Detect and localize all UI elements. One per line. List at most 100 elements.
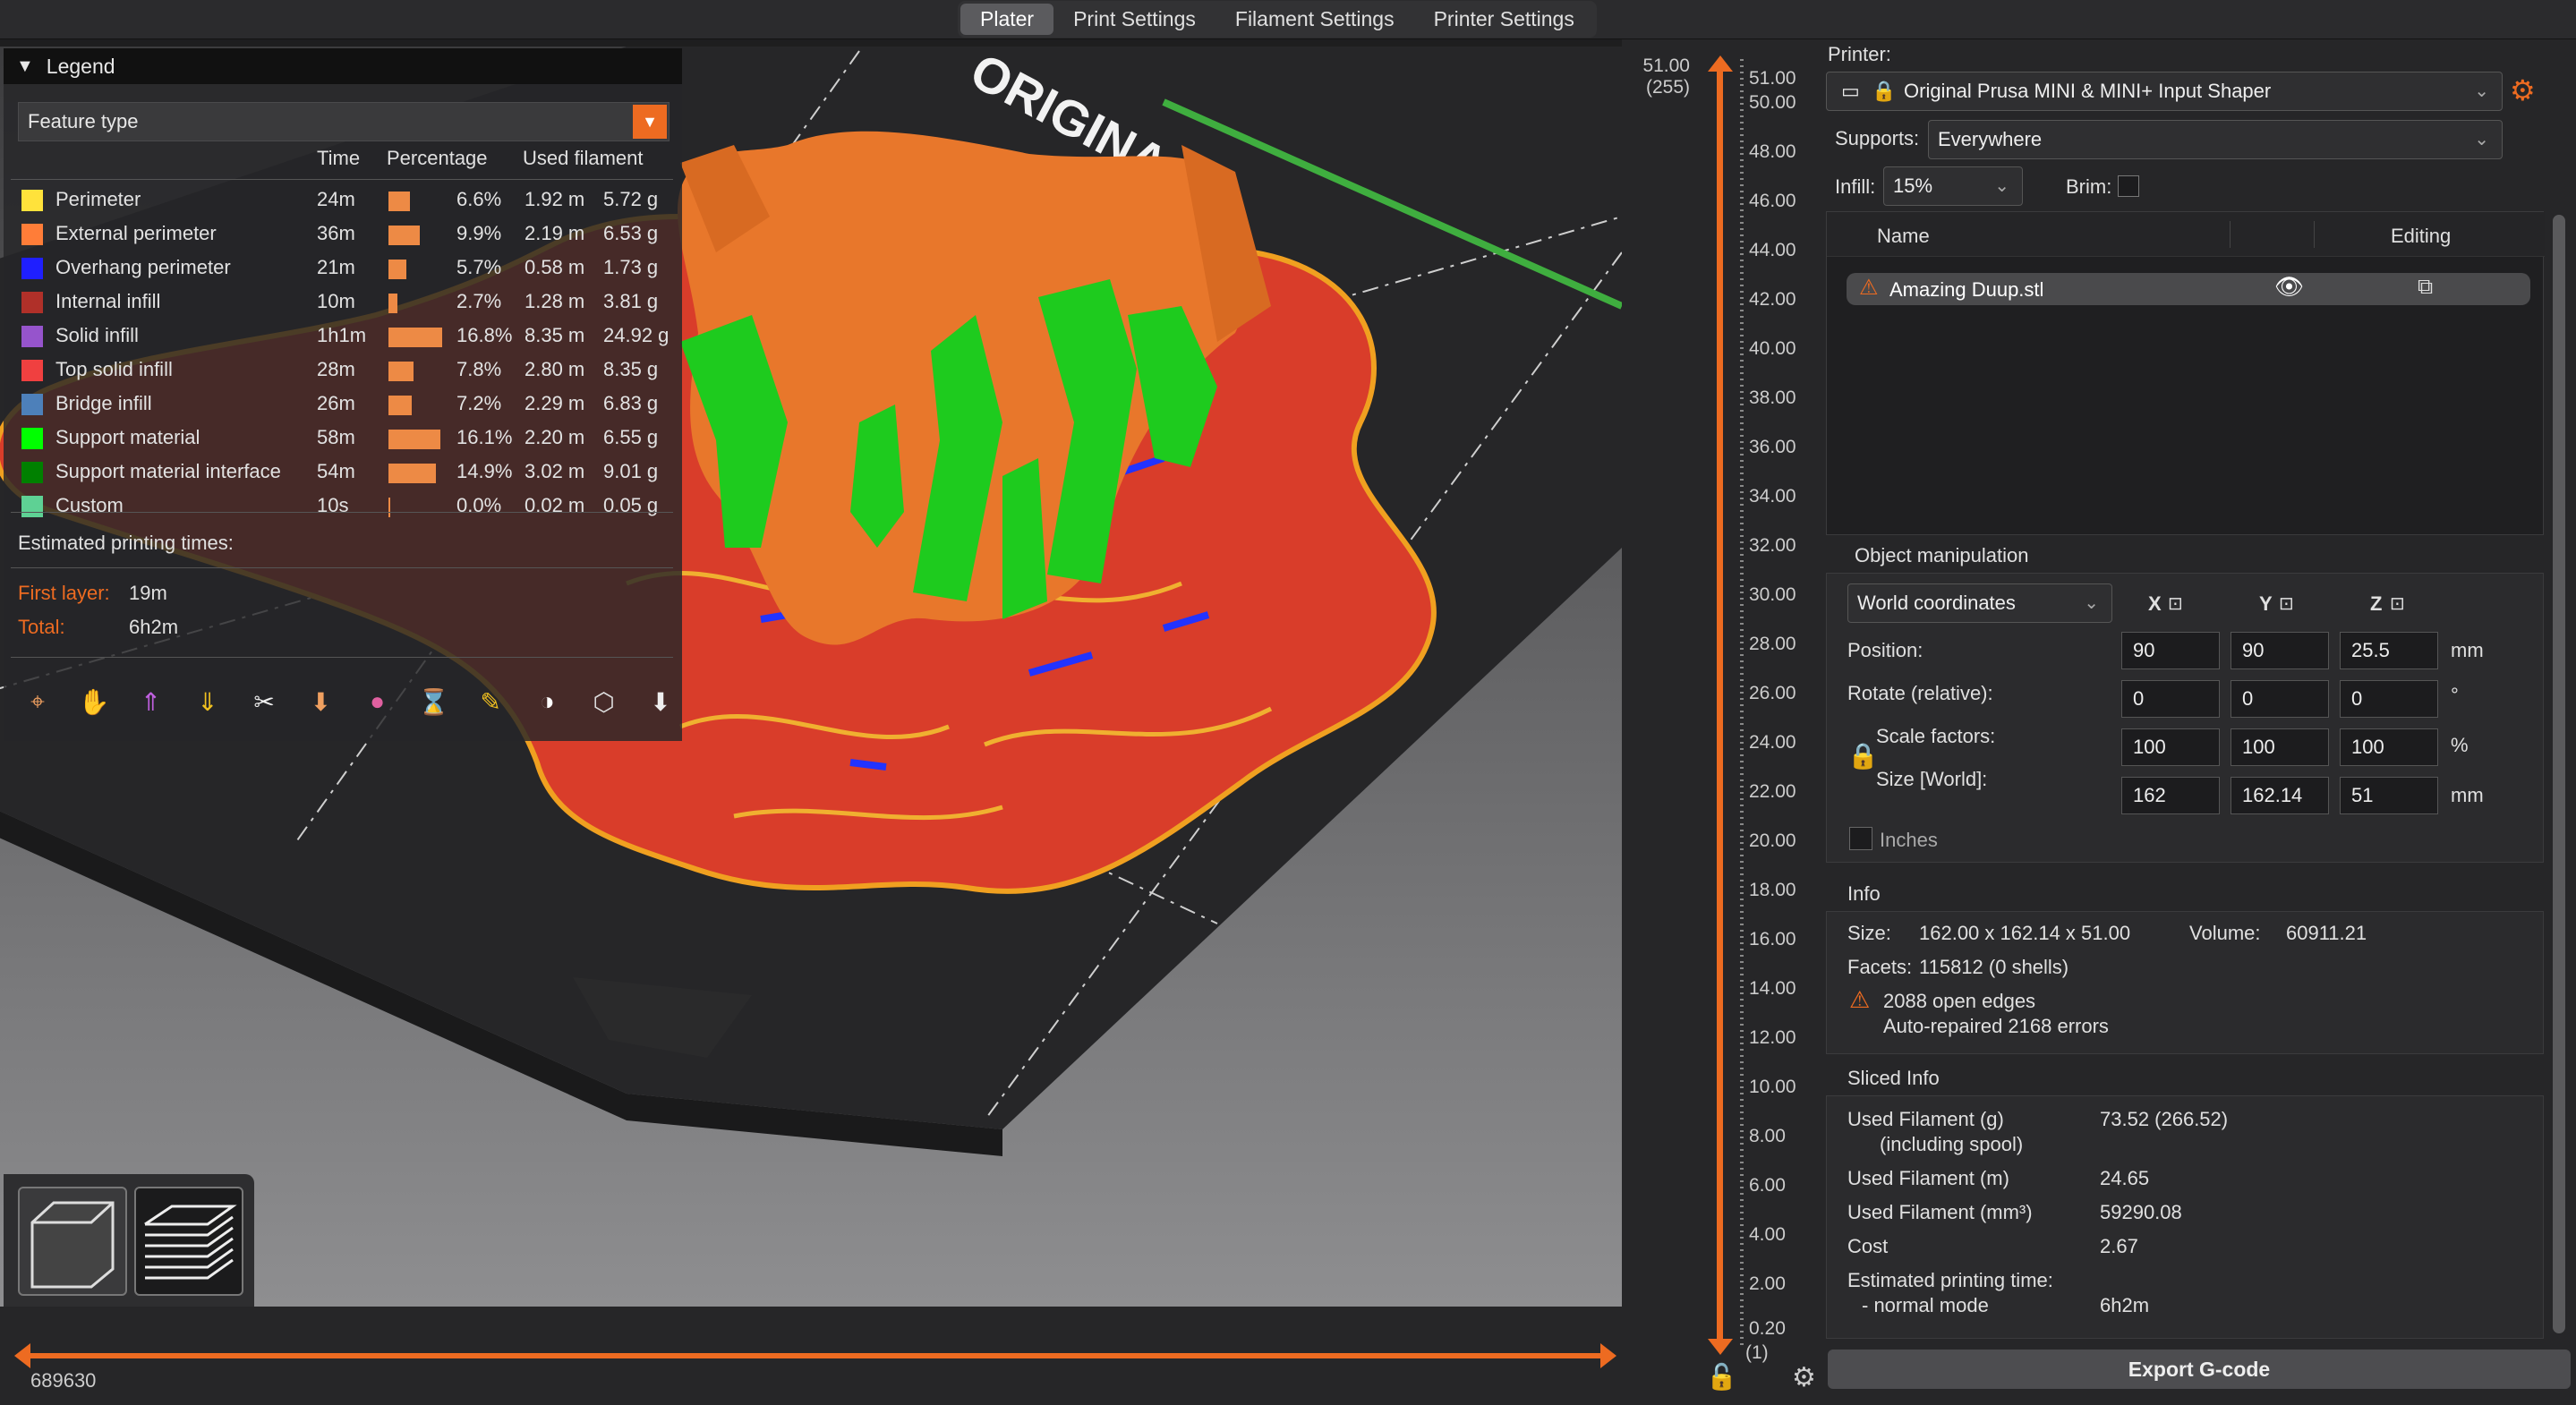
tool-marker-icon[interactable]: ⬇: [641, 682, 680, 721]
chevron-down-icon: ⌄: [2474, 130, 2489, 149]
legend-row[interactable]: Support material interface 54m 14.9% 3.02 m…: [18, 456, 680, 487]
editing-icon[interactable]: ⧉: [2418, 275, 2433, 300]
size-z-field[interactable]: 51: [2340, 777, 2438, 814]
tab-print-settings[interactable]: Print Settings: [1053, 4, 1215, 35]
legend-percentage-bar: [388, 294, 397, 313]
normal-mode-label: - normal mode: [1862, 1294, 1989, 1316]
legend-row[interactable]: Perimeter 24m 6.6% 1.92 m 5.72 g: [18, 184, 680, 215]
lock-icon[interactable]: 🔓: [1706, 1362, 1737, 1392]
v-slider-tick-label: 16.00: [1749, 929, 1796, 949]
om-title: Object manipulation: [1855, 544, 2029, 566]
printer-select[interactable]: ▭ 🔒 Original Prusa MINI & MINI+ Input Sh…: [1826, 72, 2503, 111]
scale-x-field[interactable]: 100: [2121, 728, 2220, 766]
legend-row[interactable]: Support material 58m 16.1% 2.20 m 6.55 g: [18, 422, 680, 453]
coordinates-select[interactable]: World coordinates ⌄: [1847, 583, 2112, 623]
h-slider-end-thumb[interactable]: [1600, 1343, 1616, 1368]
legend-row[interactable]: Top solid infill 28m 7.8% 2.80 m 8.35 g: [18, 354, 680, 385]
v-slider-tick-label: 12.00: [1749, 1027, 1796, 1048]
sidebar-scrollbar[interactable]: [2553, 215, 2565, 1333]
legend-row[interactable]: Overhang perimeter 21m 5.7% 0.58 m 1.73 g: [18, 252, 680, 283]
legend-row[interactable]: Internal infill 10m 2.7% 1.28 m 3.81 g: [18, 286, 680, 317]
printer-label: Printer:: [1828, 43, 1891, 65]
brim-label: Brim:: [2066, 175, 2112, 198]
info-facets-label: Facets:: [1847, 956, 1913, 978]
legend-item-percentage: 16.1%: [456, 426, 513, 448]
size-x-field[interactable]: 162: [2121, 777, 2220, 814]
v-slider-tick-label: 36.00: [1749, 437, 1796, 457]
tool-changes-icon[interactable]: ⬇: [301, 682, 340, 721]
tab-filament-settings[interactable]: Filament Settings: [1215, 4, 1414, 35]
v-slider-track[interactable]: [1717, 63, 1723, 1342]
tab-printer-settings[interactable]: Printer Settings: [1414, 4, 1594, 35]
travel-icon[interactable]: ⌖: [18, 682, 57, 721]
position-y-field[interactable]: 90: [2231, 632, 2329, 669]
v-slider-top-thumb[interactable]: [1708, 55, 1733, 72]
rotate-z-field[interactable]: 0: [2340, 680, 2438, 718]
legend-item-name: Support material interface: [55, 460, 281, 482]
legend-header[interactable]: ▼ Legend: [4, 48, 682, 84]
wipe-icon[interactable]: ✋: [74, 682, 114, 721]
seams-icon[interactable]: ✂: [244, 682, 284, 721]
collapse-triangle-icon[interactable]: ▼: [16, 56, 34, 77]
v-slider-bottom-thumb[interactable]: [1708, 1339, 1733, 1355]
rotate-x-field[interactable]: 0: [2121, 680, 2220, 718]
warning-icon: ⚠: [1849, 986, 1871, 1013]
position-z-field[interactable]: 25.5: [2340, 632, 2438, 669]
legend-percentage-bar: [388, 498, 390, 517]
custom-gcodes-icon[interactable]: ✎: [471, 682, 510, 721]
visibility-eye-icon[interactable]: 👁: [2274, 273, 2304, 301]
legend-row[interactable]: Custom 10s 0.0% 0.02 m 0.05 g: [18, 490, 680, 521]
infill-select[interactable]: 15% ⌄: [1883, 166, 2023, 206]
preview-view-button[interactable]: [134, 1187, 243, 1296]
legend-item-time: 28m: [317, 358, 355, 380]
first-layer-value: 19m: [129, 582, 167, 604]
shells-icon[interactable]: ⬡: [584, 682, 624, 721]
legend-view-type-select[interactable]: Feature type ▼: [18, 102, 670, 141]
color-changes-icon[interactable]: ●: [358, 682, 397, 721]
legend-row[interactable]: Bridge infill 26m 7.2% 2.29 m 6.83 g: [18, 388, 680, 419]
size-label: Size [World]:: [1876, 768, 1988, 790]
brim-checkbox[interactable]: [2118, 175, 2139, 197]
legend-item-length: 2.29 m: [525, 392, 585, 414]
h-slider-left-value: 689630: [30, 1369, 97, 1392]
legend-percentage-bar: [388, 464, 436, 483]
h-slider-start-thumb[interactable]: [14, 1343, 30, 1368]
v-slider-tick-label: 14.00: [1749, 978, 1796, 999]
chevron-down-icon: ⌄: [1994, 176, 2009, 196]
axis-z-icon[interactable]: ⊡: [2390, 592, 2405, 615]
size-y-field[interactable]: 162.14: [2231, 777, 2329, 814]
info-volume-label: Volume:: [2189, 922, 2261, 944]
scale-y-field[interactable]: 100: [2231, 728, 2329, 766]
deretractions-icon[interactable]: ⇓: [188, 682, 227, 721]
object-row[interactable]: ⚠ Amazing Duup.stl 👁 ⧉: [1847, 273, 2530, 305]
export-gcode-button[interactable]: Export G-code: [1828, 1350, 2571, 1389]
normal-mode-value: 6h2m: [2100, 1294, 2150, 1316]
printer-settings-icon[interactable]: ⚙: [2510, 73, 2536, 107]
3d-view-button[interactable]: [18, 1187, 127, 1296]
h-slider-bar[interactable]: [14, 1341, 1616, 1376]
v-slider-tick-label: 44.00: [1749, 240, 1796, 260]
dropdown-arrow-icon[interactable]: ▼: [633, 105, 667, 139]
supports-select[interactable]: Everywhere ⌄: [1928, 120, 2503, 159]
retractions-icon[interactable]: ⇑: [132, 682, 171, 721]
center-of-gravity-icon[interactable]: ◑: [527, 682, 567, 721]
tab-plater[interactable]: Plater: [960, 4, 1054, 35]
v-slider-tick-label: 34.00: [1749, 486, 1796, 507]
scale-lock-icon[interactable]: 🔒: [1847, 741, 1879, 771]
v-slider-tick-label: 22.00: [1749, 781, 1796, 802]
position-x-field[interactable]: 90: [2121, 632, 2220, 669]
legend-row[interactable]: Solid infill 1h1m 16.8% 8.35 m 24.92 g: [18, 320, 680, 351]
3d-viewport[interactable]: ORIGINA ▼ Legend Feature type ▼ Time Per…: [0, 47, 1622, 1307]
axis-x-icon[interactable]: ⊡: [2168, 592, 2183, 615]
inches-label: Inches: [1880, 829, 1938, 851]
pause-prints-icon[interactable]: ⌛: [414, 682, 454, 721]
list-editing-header: Editing: [2391, 225, 2452, 247]
legend-row[interactable]: External perimeter 36m 9.9% 2.19 m 6.53 g: [18, 218, 680, 249]
legend-item-time: 26m: [317, 392, 355, 414]
cog-icon[interactable]: ⚙: [1792, 1362, 1816, 1393]
legend-item-time: 54m: [317, 460, 355, 482]
inches-checkbox[interactable]: [1849, 827, 1872, 850]
axis-y-icon[interactable]: ⊡: [2279, 592, 2294, 615]
scale-z-field[interactable]: 100: [2340, 728, 2438, 766]
rotate-y-field[interactable]: 0: [2231, 680, 2329, 718]
